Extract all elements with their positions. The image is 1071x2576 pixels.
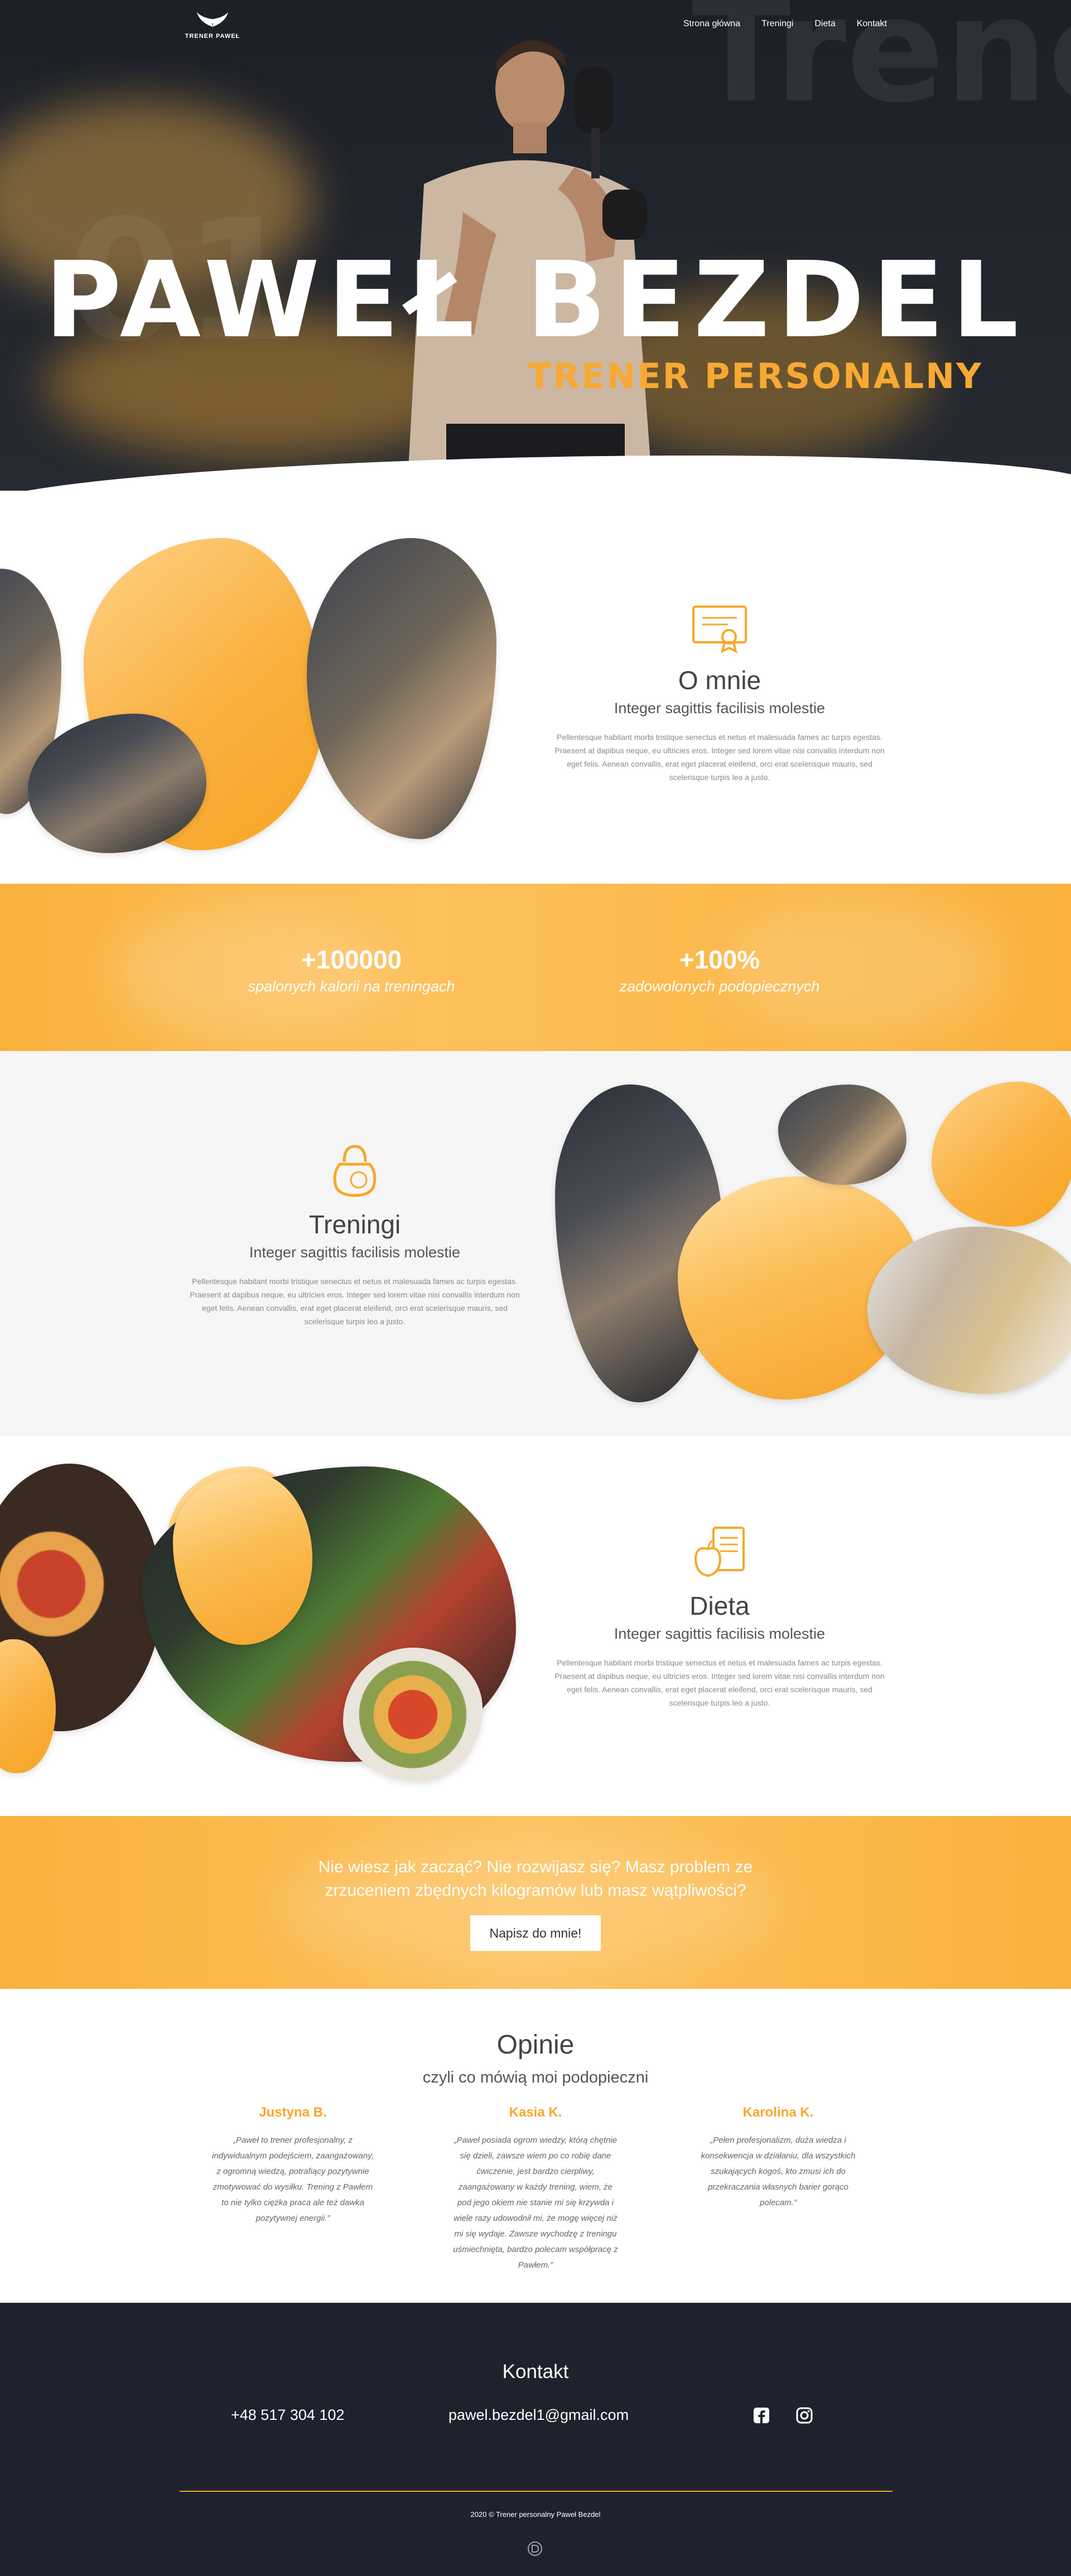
opinions-title: Opinie (496, 2030, 575, 2060)
trainings-text: Pellentesque habitant morbi tristique se… (190, 1277, 520, 1326)
about-title: O mnie (678, 666, 761, 695)
review-text: „Paweł posiada ogrom wiedzy, którą chętn… (453, 2136, 618, 2270)
kettlebell-icon (333, 1145, 377, 1197)
trainings-subtitle: Integer sagittis facilisis molestie (249, 1244, 461, 1261)
main-nav: Strona główna Treningi Dieta Kontakt (683, 19, 887, 29)
about-text: Pellentesque habitant morbi tristique se… (554, 733, 885, 782)
footer (0, 2303, 1071, 2576)
review-card: Karolina K. „Pełen profesjonalizm, duża … (694, 2105, 862, 2211)
author-logo-icon[interactable] (527, 2540, 543, 2557)
stat-calories-label: spalonych kalorii na treningach (248, 978, 455, 995)
diet-subtitle: Integer sagittis facilisis molestie (614, 1625, 826, 1642)
instagram-icon[interactable] (796, 2407, 813, 2424)
hero-name: PAWEŁ BEZDEL (45, 239, 1026, 361)
nav-item-diet[interactable]: Dieta (814, 19, 835, 29)
diet-plan-icon (694, 1527, 745, 1577)
footer-phone[interactable]: +48 517 304 102 (231, 2406, 344, 2424)
logo[interactable]: TRENER PAWEŁ (180, 10, 245, 40)
review-text: „Paweł to trener profesjonalny, z indywi… (212, 2136, 374, 2223)
trainings-title: Treningi (308, 1210, 401, 1239)
stat-clients-label: zadowolonych podopiecznych (619, 978, 820, 995)
hero-section: Trene 01 TRENER PAWEŁ Strona główna Tren… (0, 0, 1071, 491)
about-blob-photo-main (307, 538, 496, 839)
hero-subtitle: TRENER PERSONALNY (527, 356, 983, 396)
nav-item-home[interactable]: Strona główna (683, 19, 740, 29)
stat-clients: +100% zadowolonych podopiecznych (586, 947, 853, 995)
logo-text: TRENER PAWEŁ (185, 33, 240, 40)
review-card: Justyna B. „Paweł to trener profesjonaln… (209, 2105, 377, 2226)
review-card: Kasia K. „Paweł posiada ogrom wiedzy, kt… (452, 2105, 619, 2273)
opinions-subtitle: czyli co mówią moi podopieczni (422, 2069, 649, 2086)
about-subtitle: Integer sagittis facilisis molestie (614, 700, 826, 716)
trainings-feature: Treningi Integer sagittis facilisis mole… (182, 1140, 528, 1328)
footer-email[interactable]: pawel.bezdel1@gmail.com (448, 2406, 629, 2424)
cta-line-1: Nie wiesz jak zacząć? Nie rozwijasz się?… (318, 1858, 753, 1876)
cta-line-2: zrzuceniem zbędnych kilogramów lub masz … (325, 1881, 746, 1900)
nav-item-contact[interactable]: Kontakt (857, 19, 887, 29)
review-author: Kasia K. (509, 2105, 562, 2120)
cta-text: Nie wiesz jak zacząć? Nie rozwijasz się?… (0, 1856, 1071, 1902)
footer-title: Kontakt (502, 2361, 569, 2383)
cta-band (0, 1816, 1071, 1989)
review-author: Karolina K. (742, 2105, 814, 2120)
stat-calories-value: +100000 (301, 945, 402, 974)
stats-band (0, 884, 1071, 1051)
diet-title: Dieta (689, 1591, 750, 1620)
facebook-icon[interactable] (753, 2407, 770, 2424)
stat-clients-value: +100% (679, 945, 760, 974)
footer-copyright: 2020 © Trener personalny Paweł Bezdel (470, 2510, 601, 2519)
certificate-icon (692, 606, 747, 653)
nav-item-trainings[interactable]: Treningi (761, 19, 793, 29)
contact-me-button[interactable]: Napisz do mnie! (470, 1915, 601, 1951)
footer-divider (180, 2491, 893, 2492)
review-author: Justyna B. (259, 2105, 327, 2120)
diet-blob-salad (343, 1648, 483, 1781)
wings-logo-icon (197, 12, 228, 27)
diet-feature: Dieta Integer sagittis facilisis molesti… (547, 1521, 893, 1710)
about-section: O mnie Integer sagittis facilisis molest… (547, 595, 893, 784)
diet-text: Pellentesque habitant morbi tristique se… (554, 1658, 885, 1707)
review-text: „Pełen profesjonalizm, duża wiedza i kon… (701, 2136, 856, 2207)
stat-calories: +100000 spalonych kalorii na treningach (218, 947, 485, 995)
